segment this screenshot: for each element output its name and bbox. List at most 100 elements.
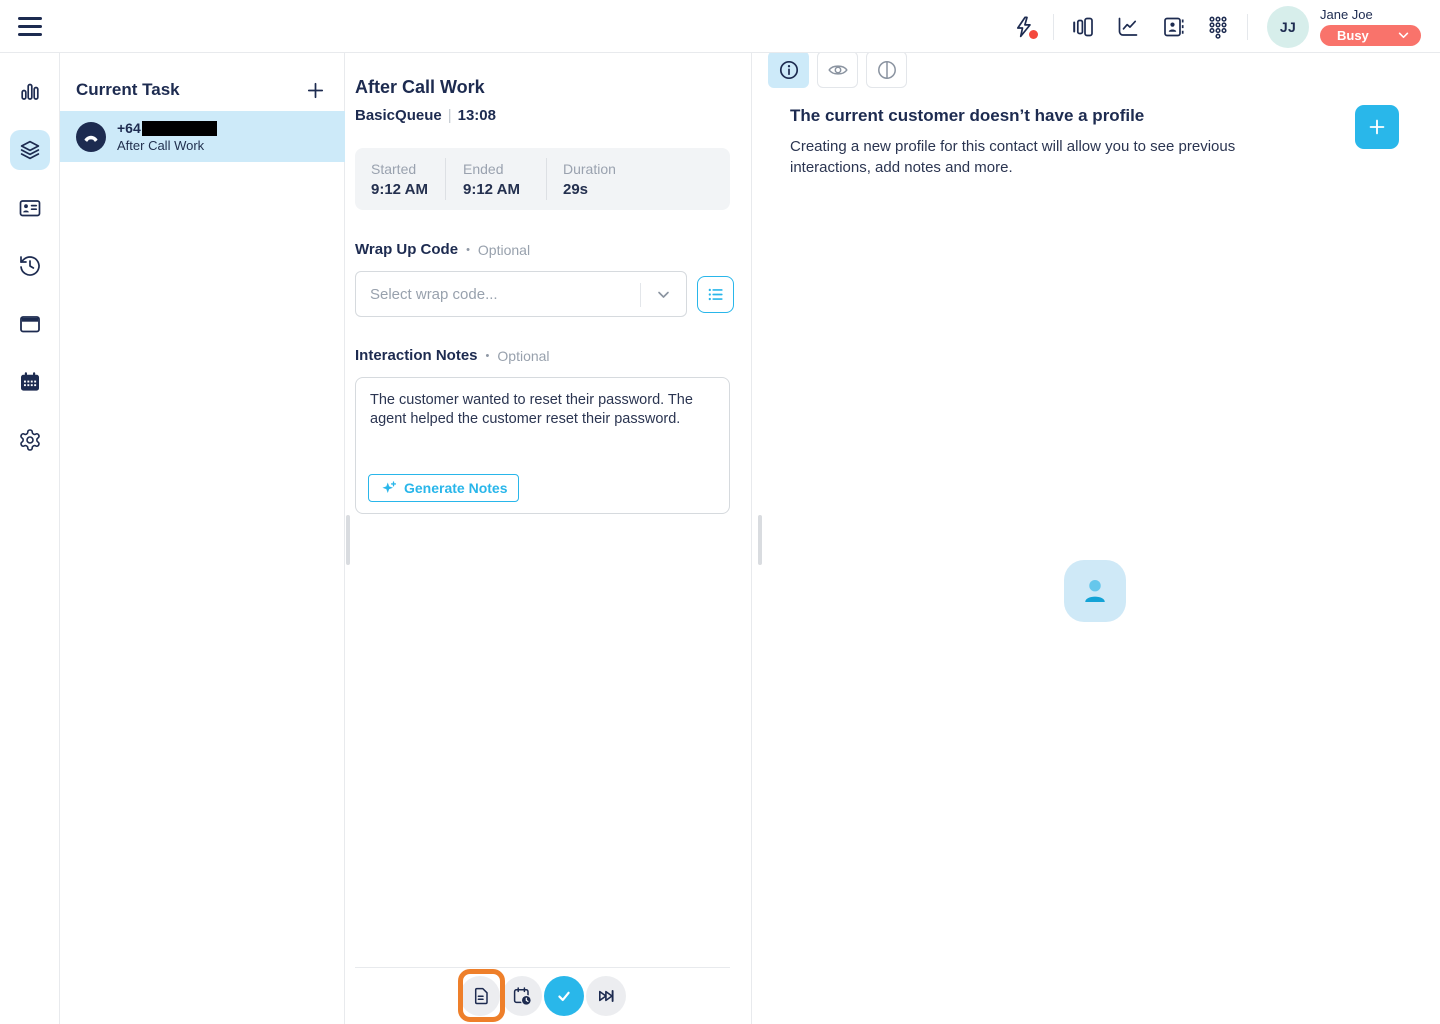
topbar-divider bbox=[1247, 14, 1248, 40]
window-icon bbox=[18, 312, 42, 336]
user-avatar[interactable]: JJ bbox=[1267, 6, 1309, 48]
performance-chart-button[interactable] bbox=[1109, 8, 1147, 46]
gear-icon bbox=[18, 428, 42, 452]
notes-text: The customer wanted to reset their passw… bbox=[356, 378, 729, 429]
notification-dot bbox=[1029, 30, 1038, 39]
rail-item-metrics[interactable] bbox=[10, 72, 50, 112]
skip-end-icon bbox=[596, 986, 616, 1006]
panel-resize-handle[interactable] bbox=[758, 515, 762, 565]
left-rail bbox=[0, 53, 60, 1024]
tab-preview[interactable] bbox=[817, 51, 858, 88]
wrap-code-list-button[interactable] bbox=[697, 276, 734, 313]
info-icon bbox=[778, 59, 800, 81]
check-icon bbox=[554, 986, 574, 1006]
create-profile-button[interactable] bbox=[1355, 105, 1399, 149]
acw-action-row bbox=[460, 976, 626, 1016]
dialpad-icon bbox=[1206, 15, 1230, 39]
person-icon bbox=[1078, 574, 1112, 608]
topbar-actions: JJ Jane Joe Busy bbox=[1005, 0, 1421, 53]
stat-started: Started 9:12 AM bbox=[355, 161, 445, 198]
tab-compare[interactable] bbox=[866, 51, 907, 88]
plus-icon bbox=[304, 79, 327, 102]
rail-item-contacts[interactable] bbox=[10, 188, 50, 228]
agent-workspace: JJ Jane Joe Busy bbox=[0, 0, 1440, 1024]
stat-duration: Duration 29s bbox=[547, 161, 616, 198]
task-texts: +64 After Call Work bbox=[117, 120, 217, 153]
redaction-bar bbox=[142, 121, 217, 136]
customer-profile-panel: The current customer doesn’t have a prof… bbox=[752, 53, 1440, 1024]
bar-chart-icon bbox=[18, 80, 42, 104]
task-phone-number: +64 bbox=[117, 120, 141, 136]
notes-document-button[interactable] bbox=[460, 976, 500, 1016]
dialpad-button[interactable] bbox=[1199, 8, 1237, 46]
notes-optional: Optional bbox=[497, 348, 549, 364]
phone-icon bbox=[76, 122, 106, 152]
no-profile-description: Creating a new profile for this contact … bbox=[790, 136, 1262, 178]
bullet-separator: • bbox=[466, 244, 470, 256]
generate-notes-button[interactable]: Generate Notes bbox=[368, 474, 519, 502]
split-circle-icon bbox=[876, 59, 898, 81]
notes-label: Interaction Notes bbox=[355, 347, 478, 364]
calendar-clock-icon bbox=[512, 986, 532, 1006]
skip-button[interactable] bbox=[586, 976, 626, 1016]
contact-card-icon bbox=[18, 196, 42, 220]
no-profile-heading: The current customer doesn’t have a prof… bbox=[790, 106, 1144, 126]
list-icon bbox=[706, 285, 725, 304]
user-name: Jane Joe bbox=[1320, 7, 1421, 22]
layers-icon bbox=[18, 138, 42, 162]
profile-avatar-placeholder bbox=[1064, 560, 1126, 622]
stat-value: 29s bbox=[563, 181, 616, 198]
plus-icon bbox=[1366, 116, 1388, 138]
panel-resize-handle[interactable] bbox=[346, 515, 350, 565]
generate-notes-label: Generate Notes bbox=[404, 480, 507, 496]
sparkle-icon bbox=[380, 480, 397, 497]
address-book-icon bbox=[1161, 15, 1185, 39]
chevron-down-icon bbox=[657, 291, 670, 299]
stat-label: Started bbox=[371, 161, 445, 177]
wrap-up-label-row: Wrap Up Code • Optional bbox=[355, 241, 530, 258]
directory-button[interactable] bbox=[1154, 8, 1192, 46]
rail-item-calendar[interactable] bbox=[10, 362, 50, 402]
wrap-code-placeholder: Select wrap code... bbox=[356, 286, 498, 303]
footer-divider bbox=[355, 967, 730, 968]
queue-line: BasicQueue|13:08 bbox=[355, 107, 496, 124]
rail-item-tasks[interactable] bbox=[10, 130, 50, 170]
interaction-notes-input[interactable]: The customer wanted to reset their passw… bbox=[355, 377, 730, 514]
stat-ended: Ended 9:12 AM bbox=[446, 161, 546, 198]
topbar: JJ Jane Joe Busy bbox=[0, 0, 1440, 53]
task-panel-title: Current Task bbox=[76, 80, 180, 100]
line-chart-icon bbox=[1116, 15, 1140, 39]
user-block: Jane Joe Busy bbox=[1320, 7, 1421, 46]
schedule-callback-button[interactable] bbox=[502, 976, 542, 1016]
task-stage-label: After Call Work bbox=[117, 138, 217, 153]
status-label: Busy bbox=[1337, 28, 1369, 43]
bullet-separator: • bbox=[486, 350, 490, 362]
flash-notifications-button[interactable] bbox=[1005, 8, 1043, 46]
rail-item-apps[interactable] bbox=[10, 304, 50, 344]
calendar-icon bbox=[18, 370, 42, 394]
acw-detail-panel: After Call Work BasicQueue|13:08 Started… bbox=[345, 53, 752, 1024]
wrap-up-optional: Optional bbox=[478, 242, 530, 258]
status-dropdown[interactable]: Busy bbox=[1320, 25, 1421, 46]
profile-tabs bbox=[768, 51, 907, 88]
acw-title: After Call Work bbox=[355, 77, 485, 98]
stat-label: Ended bbox=[463, 161, 546, 177]
wrap-code-select[interactable]: Select wrap code... bbox=[355, 271, 687, 317]
hamburger-menu-button[interactable] bbox=[18, 15, 42, 38]
add-task-button[interactable] bbox=[302, 77, 328, 103]
current-task-panel: Current Task +64 After Call Work bbox=[60, 53, 345, 1024]
rail-item-settings[interactable] bbox=[10, 420, 50, 460]
task-list-item[interactable]: +64 After Call Work bbox=[60, 111, 345, 162]
tab-info[interactable] bbox=[768, 51, 809, 88]
panel-layout-button[interactable] bbox=[1064, 8, 1102, 46]
chevron-down-icon bbox=[1398, 32, 1409, 39]
select-divider bbox=[640, 283, 641, 307]
wrap-up-select-row: Select wrap code... bbox=[355, 271, 734, 317]
task-panel-header: Current Task bbox=[76, 77, 328, 103]
file-text-icon bbox=[470, 986, 490, 1006]
call-stats-box: Started 9:12 AM Ended 9:12 AM Duration 2… bbox=[355, 148, 730, 210]
rail-item-history[interactable] bbox=[10, 246, 50, 286]
queue-separator: | bbox=[442, 107, 458, 124]
stat-label: Duration bbox=[563, 161, 616, 177]
complete-task-button[interactable] bbox=[544, 976, 584, 1016]
